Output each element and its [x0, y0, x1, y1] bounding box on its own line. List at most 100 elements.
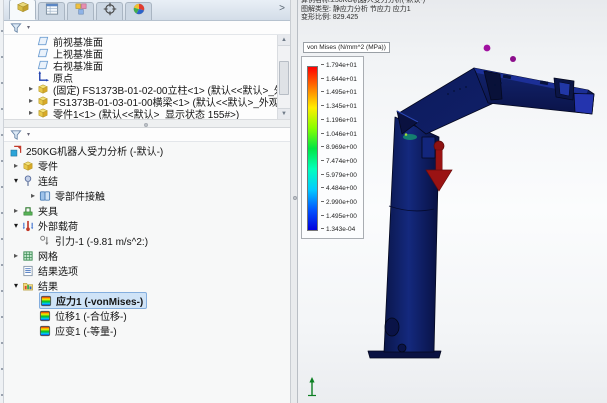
item-box: 引力-1 (-9.81 m/s^2:): [39, 233, 151, 248]
feature-tree-item[interactable]: 前视基准面: [4, 35, 290, 47]
plot-icon: [40, 294, 53, 307]
expand-arrow-icon[interactable]: ▸: [25, 97, 37, 105]
study-tree-filter[interactable]: ▾: [4, 128, 290, 142]
legend-value: 1.495e+00: [321, 214, 357, 221]
model-body: [368, 68, 594, 358]
item-box: 连结: [22, 173, 61, 188]
property-manager-icon: [45, 2, 59, 21]
expand-arrow-icon[interactable]: ▸: [25, 85, 37, 93]
stress-legend[interactable]: 1.794e+011.644e+011.495e+011.345e+011.19…: [301, 56, 364, 239]
filter-caret-icon: ▾: [27, 132, 30, 138]
scroll-down-button[interactable]: ▼: [278, 108, 290, 119]
tab-display-manager[interactable]: [125, 2, 152, 20]
coordinate-triad: [308, 377, 316, 396]
study-tree-item[interactable]: 位移1 (-合位移-): [4, 308, 290, 323]
feature-tree-item[interactable]: ▸ 零件1<1> (默认<<默认>_显示状态 155#>): [4, 107, 290, 119]
contact-icon: [39, 189, 52, 202]
expand-arrow-icon[interactable]: ▸: [10, 162, 22, 170]
column-pocket: [422, 137, 435, 158]
feature-panel: > ▾ 前视基准面上视基准面右视基准面原点▸(固定) FS1373B-01-02…: [4, 0, 290, 403]
tree-item-label: 结果选项: [38, 263, 78, 278]
tree-item-label: 结果: [38, 278, 58, 293]
filter-caret-icon: ▾: [27, 25, 30, 31]
item-box: 250KG机器人受力分析 (-默认-): [10, 143, 166, 158]
tree-item-label: 应变1 (-等量-): [55, 323, 117, 338]
pane-splitter[interactable]: [4, 119, 290, 128]
scroll-up-button[interactable]: ▲: [278, 35, 290, 46]
collapse-arrow-icon[interactable]: ▾: [10, 282, 22, 290]
filter-funnel-icon: [10, 128, 23, 141]
legend-value: 1.794e+01: [321, 63, 357, 70]
selected-item-box: 应力1 (-vonMises-): [39, 292, 147, 309]
tab-feature-manager[interactable]: [9, 0, 36, 20]
study-tree-item[interactable]: ▸ 网格: [4, 248, 290, 263]
study-tree-item[interactable]: ▸ 零部件接触: [4, 188, 290, 203]
feature-tree-scrollbar[interactable]: ▲ ▼: [277, 35, 290, 119]
tree-item-label: 零部件接触: [55, 188, 105, 203]
tree-item-label: 位移1 (-合位移-): [55, 308, 127, 323]
connections-icon: [22, 174, 35, 187]
study-tree-item[interactable]: ▾外部载荷: [4, 218, 290, 233]
scroll-thumb[interactable]: [279, 61, 289, 95]
panel-resize-splitter[interactable]: [290, 0, 298, 403]
tree-item-label: 引力-1 (-9.81 m/s^2:): [55, 233, 148, 248]
tree-item-label: 应力1 (-vonMises-): [56, 293, 143, 308]
study-tree-item[interactable]: ▸零件: [4, 158, 290, 173]
item-box: 夹具: [22, 203, 61, 218]
legend-value: 5.979e+00: [321, 173, 357, 180]
results-icon: [22, 279, 35, 292]
expand-arrow-icon[interactable]: ▸: [10, 252, 22, 260]
configuration-manager-icon: [74, 2, 88, 21]
plot-icon: [39, 324, 52, 337]
legend-value: 2.990e+00: [321, 200, 357, 207]
legend-value: 8.969e+00: [321, 145, 357, 152]
simulation-study-tree: 250KG机器人受力分析 (-默认-)▸零件 ▾ 连结 ▸ 零部件接触 ▸ 夹具▾外部载荷引…: [4, 142, 290, 403]
study-tree-item[interactable]: 引力-1 (-9.81 m/s^2:): [4, 233, 290, 248]
gravity-icon: [39, 234, 52, 247]
study-tree-item[interactable]: 应变1 (-等量-): [4, 323, 290, 338]
tree-item-label: 夹具: [38, 203, 58, 218]
tree-item-label: 网格: [38, 248, 58, 263]
expand-arrow-icon[interactable]: ▸: [25, 109, 37, 117]
load-marker-dot: [510, 56, 516, 62]
expand-arrow-icon[interactable]: ▸: [10, 207, 22, 215]
item-box: 网格: [22, 248, 61, 263]
legend-title: von Mises (N/mm^2 (MPa)): [303, 42, 390, 53]
item-box: 应变1 (-等量-): [39, 323, 120, 338]
extloads-icon: [22, 219, 35, 232]
collapse-arrow-icon[interactable]: ▾: [10, 222, 22, 230]
feature-tree-item[interactable]: 右视基准面: [4, 59, 290, 71]
column-hole: [385, 318, 399, 336]
collapse-arrow-icon[interactable]: ▾: [10, 177, 22, 185]
graphics-viewport[interactable]: 算例名称:250KG机器人受力分析(-默认-)图解类型: 静应力分析 节应力 应…: [298, 0, 607, 403]
tab-overflow-chevron[interactable]: >: [279, 4, 285, 14]
study-tree-item[interactable]: 结果选项: [4, 263, 290, 278]
stress-hotspot-peak: [405, 133, 408, 136]
tree-item-label: 250KG机器人受力分析 (-默认-): [26, 143, 163, 158]
fixtures-icon: [22, 204, 35, 217]
study-tree-item[interactable]: 250KG机器人受力分析 (-默认-): [4, 143, 290, 158]
plot-icon: [39, 309, 52, 322]
mesh-icon: [22, 249, 35, 262]
feature-tree-item[interactable]: 上视基准面: [4, 47, 290, 59]
tree-item-label: 零件1<1> (默认<<默认>_显示状态 155#>): [53, 106, 239, 120]
tree-item-label: 连结: [38, 173, 58, 188]
expand-arrow-icon[interactable]: ▸: [27, 192, 39, 200]
panel-tabbar: >: [4, 0, 290, 21]
study-tree-item[interactable]: ▾ 连结: [4, 173, 290, 188]
tab-dimxpert-manager[interactable]: [96, 2, 123, 20]
tab-property-manager[interactable]: [38, 2, 65, 20]
legend-value-labels: 1.794e+011.644e+011.495e+011.345e+011.19…: [321, 63, 357, 234]
legend-value: 1.644e+01: [321, 77, 357, 84]
study-tree-item[interactable]: ▸ 夹具: [4, 203, 290, 218]
filter-funnel-icon: [10, 21, 23, 34]
feature-tree-filter[interactable]: ▾: [4, 21, 290, 35]
item-box: 结果: [22, 278, 61, 293]
tab-configuration-manager[interactable]: [67, 2, 94, 20]
feature-tree: 前视基准面上视基准面右视基准面原点▸(固定) FS1373B-01-02-00立…: [4, 35, 290, 119]
legend-color-bar: [307, 66, 318, 231]
study-tree-item[interactable]: ▾ 结果: [4, 278, 290, 293]
study-tree-item[interactable]: 应力1 (-vonMises-): [4, 293, 290, 308]
item-box: 零部件接触: [39, 188, 108, 203]
display-manager-icon: [132, 2, 146, 21]
